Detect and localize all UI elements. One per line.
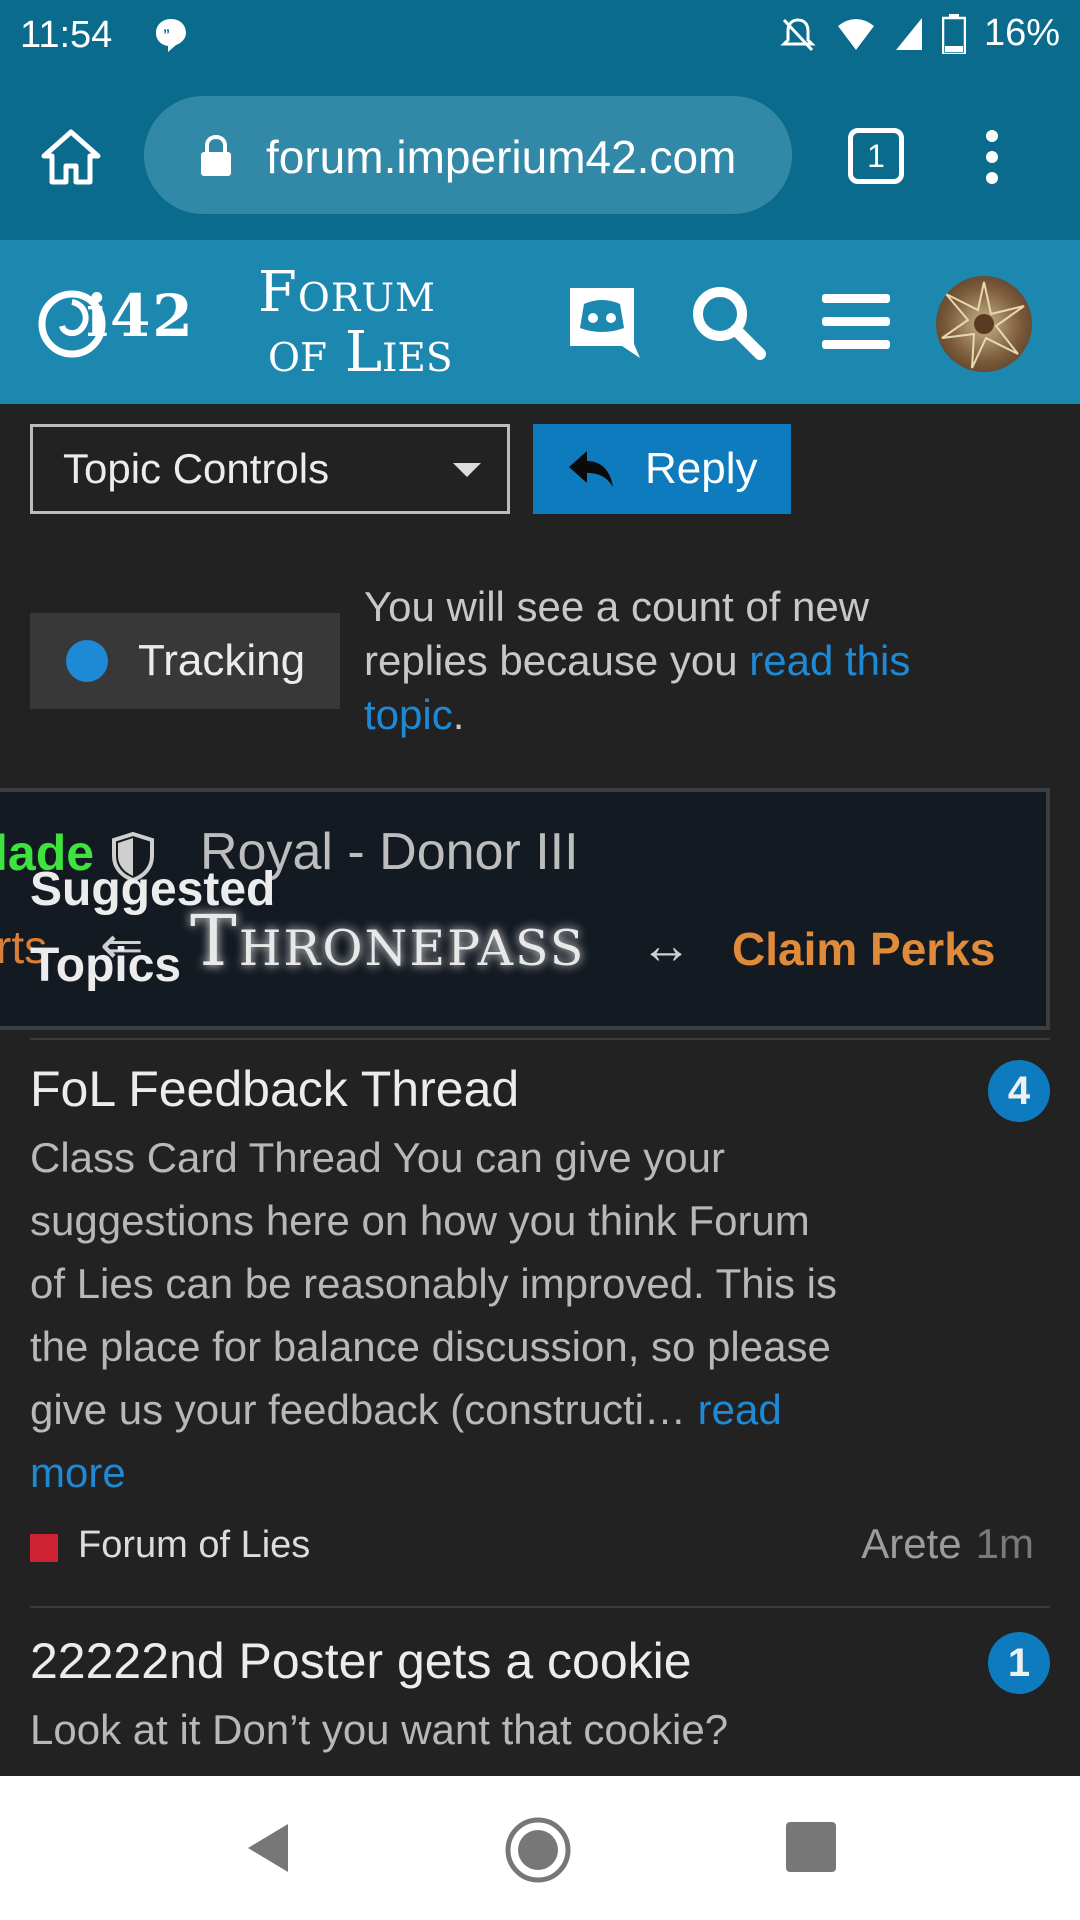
status-time: 11:54 bbox=[20, 14, 113, 56]
reply-button[interactable]: Reply bbox=[533, 424, 791, 514]
status-icons: 16% bbox=[778, 12, 1060, 55]
caret-down-icon bbox=[453, 463, 481, 477]
wifi-icon bbox=[837, 18, 874, 50]
lock-icon bbox=[201, 134, 231, 176]
category-name[interactable]: Forum of Lies bbox=[78, 1524, 310, 1567]
user-avatar[interactable] bbox=[936, 276, 1032, 372]
back-icon[interactable] bbox=[244, 1820, 292, 1876]
topic-poster: Arete 1m bbox=[861, 1520, 1034, 1568]
recents-square-icon[interactable] bbox=[786, 1822, 836, 1872]
topic-excerpt: Look at it Don’t you want that cookie? bbox=[30, 1706, 729, 1753]
mute-bell-icon bbox=[780, 17, 816, 51]
browser-toolbar: forum.imperium42.com 1 bbox=[0, 74, 1080, 240]
suggested-topics-heading: Suggested Topics bbox=[30, 863, 276, 992]
tracking-label: Tracking bbox=[138, 636, 306, 685]
battery-icon bbox=[941, 13, 966, 54]
suggested-topic-item[interactable]: FoL Feedback Thread 4 Class Card Thread … bbox=[30, 1060, 1050, 1580]
topic-age: 1m bbox=[975, 1520, 1034, 1567]
topic-title[interactable]: FoL Feedback Thread bbox=[30, 1060, 1050, 1118]
topic-controls-dropdown[interactable]: Topic Controls bbox=[30, 424, 510, 514]
tracking-description: You will see a count of new replies beca… bbox=[364, 580, 1004, 742]
svg-text:”: ” bbox=[163, 26, 170, 42]
topic-content: Topic Controls Reply Tracking You will s… bbox=[0, 404, 1080, 1776]
topic-title[interactable]: 22222nd Poster gets a cookie bbox=[30, 1632, 1050, 1690]
tracking-dot-icon bbox=[66, 640, 108, 682]
unread-count-badge[interactable]: 1 bbox=[988, 1632, 1050, 1694]
tracking-desc-suffix: . bbox=[452, 691, 465, 738]
topic-meta: Forum of Lies Arete 1m bbox=[30, 1510, 1050, 1580]
notification-tracking-button[interactable]: Tracking bbox=[30, 613, 340, 709]
avatar-star-icon bbox=[941, 281, 1025, 369]
hamburger-menu-icon[interactable] bbox=[814, 280, 898, 364]
topic-excerpt: Class Card Thread You can give your sugg… bbox=[30, 1126, 850, 1504]
status-bar: 11:54 ” 16% bbox=[0, 0, 1080, 74]
reply-arrow-icon bbox=[569, 451, 613, 487]
battery-percent: 16% bbox=[983, 12, 1060, 54]
home-circle-icon[interactable] bbox=[504, 1816, 572, 1884]
overflow-menu-icon[interactable] bbox=[980, 126, 1004, 188]
search-icon[interactable] bbox=[686, 280, 770, 364]
logo-line-2: of Lies bbox=[268, 320, 453, 385]
url-bar[interactable]: forum.imperium42.com bbox=[144, 96, 792, 214]
divider bbox=[30, 1606, 1050, 1608]
android-navigation-bar bbox=[0, 1776, 1080, 1920]
chat-notification-icon: ” bbox=[156, 19, 186, 52]
banner-claim-perks[interactable]: Claim Perks bbox=[732, 922, 995, 976]
suggested-topic-item[interactable]: 22222nd Poster gets a cookie 1 Look at i… bbox=[30, 1632, 1050, 1761]
discord-icon[interactable] bbox=[560, 280, 644, 364]
banner-arrow-right: ↔ bbox=[640, 917, 692, 975]
logo-line-1: Forum bbox=[258, 260, 436, 325]
cell-signal-icon bbox=[895, 17, 922, 50]
tab-switcher-button[interactable]: 1 bbox=[848, 128, 904, 184]
imperium42-logo-text[interactable]: i42 bbox=[86, 282, 195, 350]
unread-count-badge[interactable]: 4 bbox=[988, 1060, 1050, 1122]
topic-controls-label: Topic Controls bbox=[63, 445, 330, 492]
forum-of-lies-logo[interactable]: Forum of Lies bbox=[258, 260, 498, 390]
poster-name[interactable]: Arete bbox=[861, 1520, 961, 1567]
forum-header: i42 Forum of Lies bbox=[0, 240, 1080, 404]
divider bbox=[30, 1038, 1050, 1040]
reply-label: Reply bbox=[645, 444, 758, 493]
category-color-square bbox=[30, 1534, 58, 1562]
home-icon[interactable] bbox=[40, 126, 102, 188]
url-text: forum.imperium42.com bbox=[266, 131, 737, 183]
